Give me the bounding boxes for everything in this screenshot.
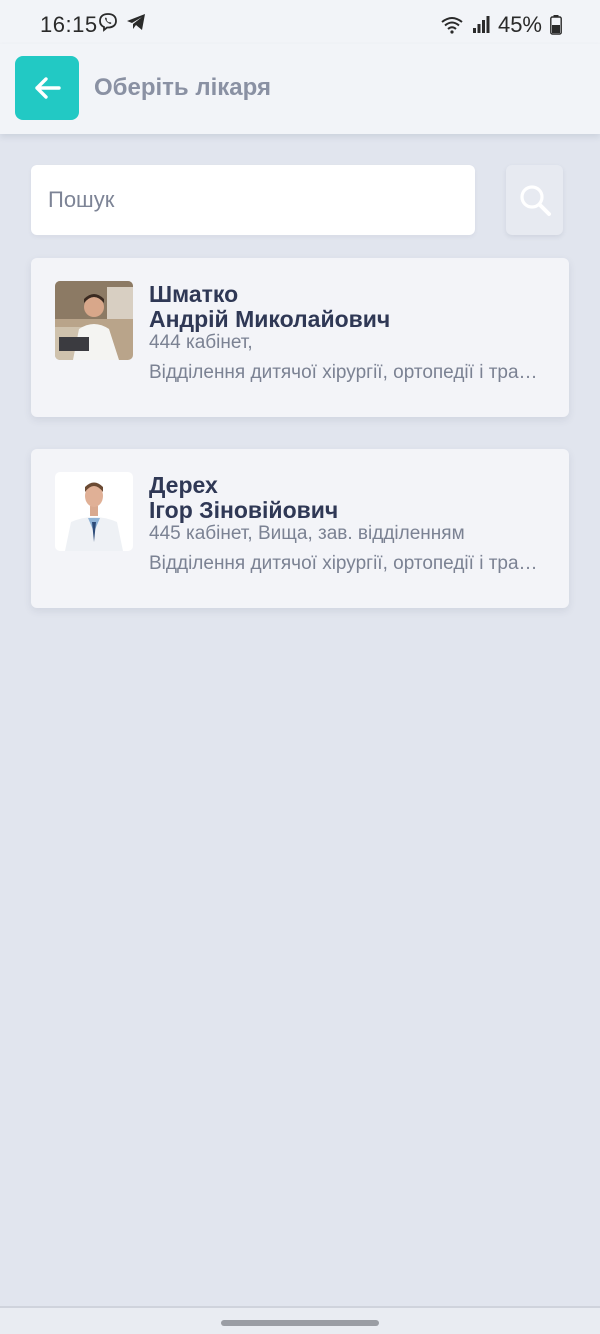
arrow-left-icon	[35, 77, 61, 99]
doctor-avatar	[55, 281, 133, 360]
doctor-avatar	[55, 472, 133, 551]
battery-percent: 45%	[497, 12, 542, 37]
battery-icon	[550, 15, 562, 35]
back-button[interactable]	[15, 56, 79, 120]
doctor-department: Відділення дитячої хірургії, ортопедії і…	[149, 362, 541, 383]
home-indicator[interactable]	[221, 1320, 379, 1326]
doctor-given-names: Ігор Зіновійович	[149, 497, 339, 523]
doctor-department: Відділення дитячої хірургії, ортопедії і…	[149, 553, 541, 574]
doctor-room: 445 кабінет, Вища, зав. відділенням	[149, 523, 465, 544]
page-title: Оберіть лікаря	[94, 74, 271, 101]
doctor-surname: Шматко	[149, 281, 239, 307]
doctor-card[interactable]: Дерех Ігор Зіновійович 445 кабінет, Вища…	[31, 449, 569, 608]
doctor-card[interactable]: Шматко Андрій Миколайович 444 кабінет, В…	[31, 258, 569, 417]
doctor-room: 444 кабінет,	[149, 332, 253, 353]
search-input[interactable]: Пошук	[31, 165, 475, 235]
app-bar: Оберіть лікаря	[0, 44, 600, 134]
search-button[interactable]	[506, 165, 563, 235]
doctor-surname: Дерех	[149, 472, 218, 498]
doctor-given-names: Андрій Миколайович	[149, 306, 391, 332]
status-right: 45%	[440, 12, 562, 38]
wifi-icon	[441, 17, 463, 34]
status-left-icons	[98, 12, 146, 32]
viber-icon	[99, 13, 117, 32]
signal-icon	[472, 16, 490, 33]
status-bar: 16:15 45%	[0, 0, 600, 44]
search-icon	[519, 185, 551, 216]
navigation-bar	[0, 1306, 600, 1334]
search-placeholder: Пошук	[48, 187, 115, 212]
telegram-icon	[127, 14, 145, 30]
status-time: 16:15	[40, 12, 98, 37]
